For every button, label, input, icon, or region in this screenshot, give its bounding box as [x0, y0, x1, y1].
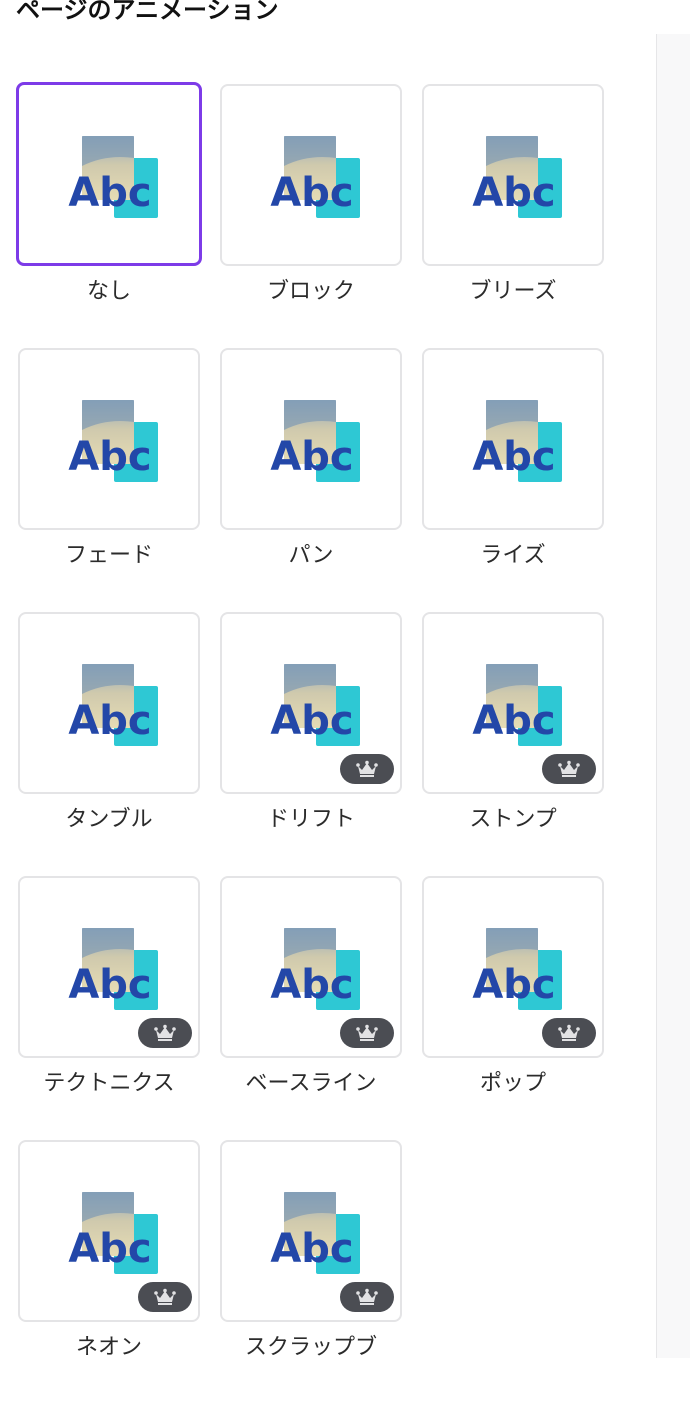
crown-icon	[558, 1024, 580, 1041]
animation-option[interactable]: Abc パン	[220, 348, 402, 612]
animation-thumbnail[interactable]: Abc	[18, 348, 200, 530]
crown-icon	[558, 760, 580, 777]
preview-text: Abc	[270, 170, 353, 216]
animation-thumbnail[interactable]: Abc	[220, 1140, 402, 1322]
abc-preview-icon: Abc	[472, 928, 562, 1010]
animation-option[interactable]: Abc スクラップブ	[220, 1140, 402, 1404]
preview-text: Abc	[270, 1226, 353, 1272]
preview-text: Abc	[68, 434, 151, 480]
abc-preview-icon: Abc	[472, 664, 562, 746]
animation-option[interactable]: Abc ドリフト	[220, 612, 402, 876]
abc-preview-icon: Abc	[472, 136, 562, 218]
preview-text: Abc	[472, 698, 555, 744]
animation-option[interactable]: Abc なし	[16, 82, 202, 348]
premium-badge	[138, 1018, 192, 1048]
animation-label: ポップ	[479, 1071, 546, 1096]
animation-grid: Abc なし Abc ブロック Abc ブリーズ Abc フェード Abc パン Abc ライズ Abc…	[16, 82, 608, 1404]
preview-text: Abc	[270, 434, 353, 480]
premium-badge	[340, 1018, 394, 1048]
abc-preview-icon: Abc	[68, 664, 158, 746]
animation-option[interactable]: Abc ライズ	[422, 348, 604, 612]
abc-preview-icon: Abc	[270, 400, 360, 482]
animation-thumbnail[interactable]: Abc	[18, 876, 200, 1058]
animation-thumbnail[interactable]: Abc	[422, 84, 604, 266]
page-title: ページのアニメーション	[16, 0, 279, 24]
animation-thumbnail[interactable]: Abc	[18, 1140, 200, 1322]
animation-option[interactable]: Abc ストンプ	[422, 612, 604, 876]
abc-preview-icon: Abc	[68, 928, 158, 1010]
animation-label: パン	[288, 543, 334, 568]
animation-option[interactable]: Abc タンブル	[18, 612, 200, 876]
premium-badge	[138, 1282, 192, 1312]
animation-label: ドリフト	[266, 807, 355, 832]
animation-label: なし	[86, 279, 131, 304]
crown-icon	[356, 1024, 378, 1041]
animation-option[interactable]: Abc ポップ	[422, 876, 604, 1140]
animation-label: フェード	[64, 543, 153, 568]
animation-option[interactable]: Abc ネオン	[18, 1140, 200, 1404]
animation-label: タンブル	[65, 807, 153, 832]
premium-badge	[542, 1018, 596, 1048]
animation-thumbnail[interactable]: Abc	[16, 82, 202, 266]
animation-option[interactable]: Abc テクトニクス	[18, 876, 200, 1140]
abc-preview-icon: Abc	[472, 400, 562, 482]
animation-label: テクトニクス	[43, 1071, 175, 1096]
abc-preview-icon: Abc	[68, 136, 158, 218]
preview-text: Abc	[270, 962, 353, 1008]
animation-thumbnail[interactable]: Abc	[220, 348, 402, 530]
abc-preview-icon: Abc	[68, 400, 158, 482]
abc-preview-icon: Abc	[270, 136, 360, 218]
abc-preview-icon: Abc	[270, 928, 360, 1010]
abc-preview-icon: Abc	[270, 1192, 360, 1274]
abc-preview-icon: Abc	[68, 1192, 158, 1274]
animation-option[interactable]: Abc ブリーズ	[422, 84, 604, 348]
animation-thumbnail[interactable]: Abc	[422, 612, 604, 794]
animation-thumbnail[interactable]: Abc	[220, 84, 402, 266]
side-panel	[656, 34, 690, 1358]
animation-label: ブリーズ	[469, 279, 557, 304]
animation-thumbnail[interactable]: Abc	[18, 612, 200, 794]
animation-label: ブロック	[266, 279, 355, 304]
preview-text: Abc	[68, 698, 151, 744]
preview-text: Abc	[472, 434, 555, 480]
preview-text: Abc	[68, 170, 151, 216]
preview-text: Abc	[68, 1226, 151, 1272]
animation-option[interactable]: Abc ブロック	[220, 84, 402, 348]
animation-label: ストンプ	[469, 807, 557, 832]
animation-thumbnail[interactable]: Abc	[422, 348, 604, 530]
animation-label: ベースライン	[245, 1071, 377, 1096]
crown-icon	[154, 1288, 176, 1305]
animation-option[interactable]: Abc フェード	[18, 348, 200, 612]
animation-thumbnail[interactable]: Abc	[220, 876, 402, 1058]
crown-icon	[154, 1024, 176, 1041]
preview-text: Abc	[68, 962, 151, 1008]
animation-label: ライズ	[480, 543, 546, 568]
preview-text: Abc	[270, 698, 353, 744]
preview-text: Abc	[472, 170, 555, 216]
premium-badge	[542, 754, 596, 784]
animation-thumbnail[interactable]: Abc	[220, 612, 402, 794]
abc-preview-icon: Abc	[270, 664, 360, 746]
crown-icon	[356, 760, 378, 777]
premium-badge	[340, 754, 394, 784]
animation-option[interactable]: Abc ベースライン	[220, 876, 402, 1140]
animation-thumbnail[interactable]: Abc	[422, 876, 604, 1058]
crown-icon	[356, 1288, 378, 1305]
preview-text: Abc	[472, 962, 555, 1008]
premium-badge	[340, 1282, 394, 1312]
